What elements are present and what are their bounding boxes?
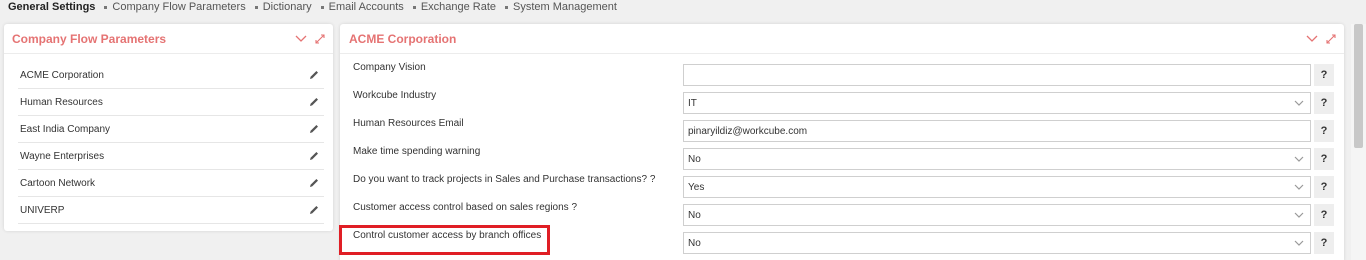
nav-label: General Settings: [8, 1, 96, 13]
company-name: Cartoon Network: [20, 177, 96, 189]
form-row-time-spending-warning: Make time spending warning No ?: [340, 146, 1344, 174]
panel-title: ACME Corporation: [349, 31, 457, 46]
select-value: No: [688, 209, 701, 221]
nav-label: Exchange Rate: [420, 1, 497, 13]
chevron-down-icon[interactable]: [1306, 35, 1318, 43]
expand-icon[interactable]: [1326, 33, 1336, 44]
pencil-icon[interactable]: [308, 204, 320, 216]
company-flow-parameters-panel: Company Flow Parameters ACME Corporation…: [4, 24, 333, 231]
workcube-industry-select[interactable]: IT: [683, 92, 1311, 114]
bullet-icon: [320, 5, 324, 9]
track-projects-select[interactable]: Yes: [683, 176, 1311, 198]
field-label: Human Resources Email: [353, 118, 464, 129]
nav-system-management[interactable]: System Management: [505, 1, 617, 13]
help-button[interactable]: ?: [1314, 176, 1334, 198]
time-spending-warning-select[interactable]: No: [683, 148, 1311, 170]
nav-dictionary[interactable]: Dictionary: [254, 1, 312, 13]
form-row-hr-email: Human Resources Email pinaryildiz@workcu…: [340, 118, 1344, 146]
company-name: Wayne Enterprises: [20, 150, 105, 162]
pencil-icon[interactable]: [308, 96, 320, 108]
bullet-icon: [505, 5, 509, 9]
company-settings-panel: ACME Corporation Company Vision ? Workcu…: [339, 24, 1344, 260]
company-name: UNIVERP: [20, 204, 65, 216]
bullet-icon: [254, 5, 258, 9]
nav-label: Dictionary: [262, 1, 312, 13]
company-name: East India Company: [20, 123, 111, 135]
nav-email-accounts[interactable]: Email Accounts: [320, 1, 404, 13]
nav-label: Email Accounts: [328, 1, 404, 13]
form-row-workcube-industry: Workcube Industry IT ?: [340, 90, 1344, 118]
pencil-icon[interactable]: [308, 150, 320, 162]
nav-general-settings[interactable]: General Settings: [8, 1, 95, 13]
field-label: Workcube Industry: [353, 90, 437, 101]
help-button[interactable]: ?: [1314, 232, 1334, 254]
help-button[interactable]: ?: [1314, 64, 1334, 86]
field-label: Company Vision: [353, 62, 426, 73]
chevron-down-icon: [1294, 155, 1304, 166]
bullet-icon: [104, 5, 108, 9]
pencil-icon[interactable]: [308, 177, 320, 189]
nav-company-flow-parameters[interactable]: Company Flow Parameters: [104, 1, 246, 13]
expand-icon[interactable]: [315, 33, 325, 44]
branch-access-select[interactable]: No: [683, 232, 1311, 254]
chevron-down-icon[interactable]: [295, 35, 307, 43]
form-row-company-vision: Company Vision ?: [340, 62, 1344, 90]
sales-regions-access-select[interactable]: No: [683, 204, 1311, 226]
list-item[interactable]: Human Resources: [18, 89, 324, 116]
company-list: ACME Corporation Human Resources East In…: [18, 62, 324, 224]
field-label: Do you want to track projects in Sales a…: [353, 174, 656, 185]
help-button[interactable]: ?: [1314, 120, 1334, 142]
field-label: Make time spending warning: [353, 146, 481, 157]
hr-email-input[interactable]: pinaryildiz@workcube.com: [683, 120, 1311, 142]
vertical-scrollbar[interactable]: [1351, 24, 1366, 260]
select-value: No: [688, 237, 701, 249]
form-row-track-projects: Do you want to track projects in Sales a…: [340, 174, 1344, 202]
select-value: No: [688, 153, 701, 165]
panel-title: Company Flow Parameters: [12, 31, 167, 46]
select-value: IT: [688, 97, 697, 109]
nav-label: Company Flow Parameters: [112, 1, 246, 13]
nav-exchange-rate[interactable]: Exchange Rate: [412, 1, 497, 13]
panel-header: ACME Corporation: [340, 24, 1344, 54]
bullet-icon: [412, 5, 416, 9]
chevron-down-icon: [1294, 239, 1304, 250]
company-name: Human Resources: [20, 96, 103, 108]
list-item[interactable]: ACME Corporation: [18, 62, 324, 89]
list-item[interactable]: UNIVERP: [18, 197, 324, 224]
nav-label: System Management: [513, 1, 617, 13]
company-vision-input[interactable]: [683, 64, 1311, 86]
chevron-down-icon: [1294, 99, 1304, 110]
pencil-icon[interactable]: [308, 69, 320, 81]
help-button[interactable]: ?: [1314, 204, 1334, 226]
list-item[interactable]: Wayne Enterprises: [18, 143, 324, 170]
chevron-down-icon: [1294, 211, 1304, 222]
field-label: Customer access control based on sales r…: [353, 202, 578, 213]
highlight-box: [339, 225, 550, 255]
company-name: ACME Corporation: [20, 69, 104, 81]
pencil-icon[interactable]: [308, 123, 320, 135]
help-button[interactable]: ?: [1314, 148, 1334, 170]
select-value: Yes: [688, 181, 705, 193]
list-item[interactable]: Cartoon Network: [18, 170, 324, 197]
form-row-branch-access: Control customer access by branch office…: [339, 225, 1344, 258]
chevron-down-icon: [1294, 183, 1304, 194]
help-button[interactable]: ?: [1314, 92, 1334, 114]
settings-nav: General Settings Company Flow Parameters…: [8, 0, 626, 14]
list-item[interactable]: East India Company: [18, 116, 324, 143]
panel-header: Company Flow Parameters: [4, 24, 333, 54]
scrollbar-thumb[interactable]: [1354, 24, 1363, 148]
